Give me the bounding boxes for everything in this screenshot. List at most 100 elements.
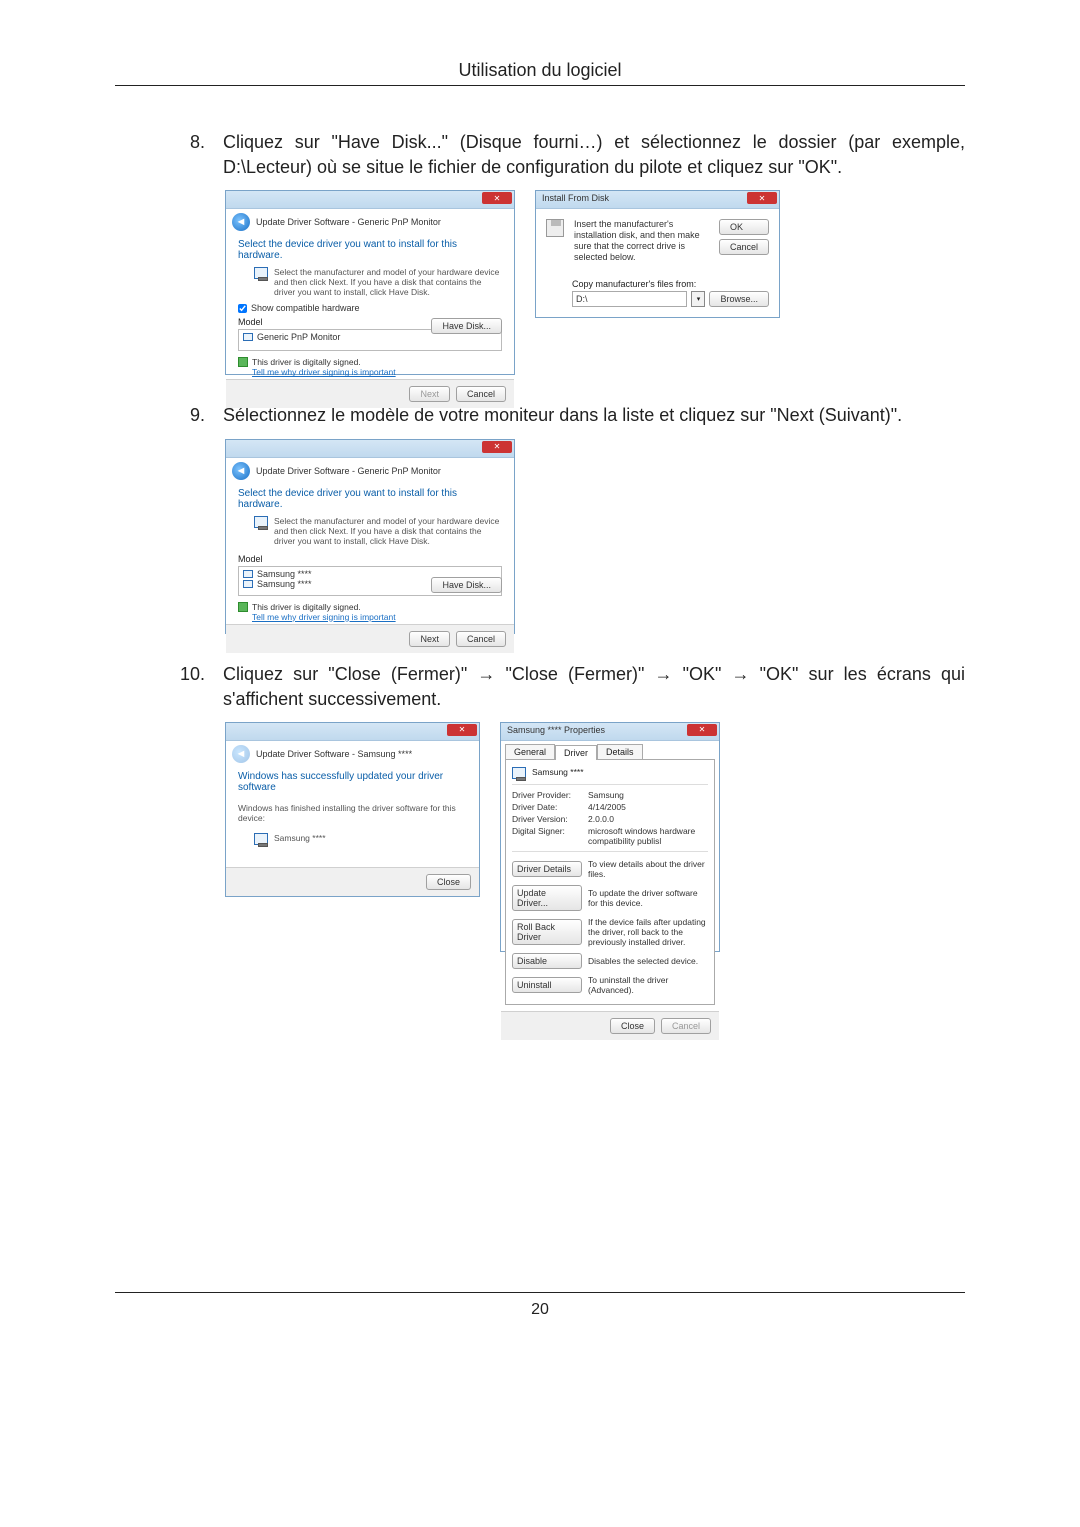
model-list-label: Model: [226, 550, 514, 564]
step-text: Cliquez sur "Close (Fermer)" → "Close (F…: [223, 662, 965, 712]
signed-text: This driver is digitally signed.: [252, 357, 396, 367]
cancel-button[interactable]: Cancel: [456, 631, 506, 647]
window-titlebar: Samsung **** Properties ✕: [501, 723, 719, 741]
copy-from-label: Copy manufacturer's files from:: [536, 273, 779, 289]
date-label: Driver Date:: [512, 802, 582, 812]
wizard-button-row: Close: [226, 867, 479, 896]
step-number: 10.: [180, 662, 205, 712]
close-button[interactable]: Close: [426, 874, 471, 890]
disable-desc: Disables the selected device.: [588, 956, 708, 966]
tab-details[interactable]: Details: [597, 744, 643, 759]
page-title: Utilisation du logiciel: [115, 60, 965, 86]
ok-button[interactable]: OK: [719, 219, 769, 235]
dialog-hint: Select the manufacturer and model of you…: [226, 516, 514, 550]
breadcrumb-text: Update Driver Software - Generic PnP Mon…: [256, 466, 441, 476]
cancel-button[interactable]: Cancel: [456, 386, 506, 402]
device-row: Samsung ****: [226, 827, 479, 849]
page-number: 20: [115, 1301, 965, 1319]
monitor-icon: [254, 516, 268, 528]
shield-icon: [238, 602, 248, 612]
window-title: Samsung **** Properties: [507, 725, 605, 735]
update-driver-button[interactable]: Update Driver...: [512, 885, 582, 911]
monitor-icon: [512, 767, 526, 779]
date-value: 4/14/2005: [588, 802, 708, 812]
device-properties-dialog: Samsung **** Properties ✕ General Driver…: [500, 722, 720, 952]
version-label: Driver Version:: [512, 814, 582, 824]
dialog-button-row: Close Cancel: [501, 1011, 719, 1040]
step-number: 8.: [180, 130, 205, 180]
provider-value: Samsung: [588, 790, 708, 800]
disable-button[interactable]: Disable: [512, 953, 582, 969]
shield-icon: [238, 357, 248, 367]
signed-notice: This driver is digitally signed. Tell me…: [226, 355, 514, 379]
cancel-button: Cancel: [661, 1018, 711, 1034]
signing-link[interactable]: Tell me why driver signing is important: [252, 367, 396, 377]
breadcrumb: ◄ Update Driver Software - Samsung ****: [226, 741, 479, 767]
monitor-icon: [254, 833, 268, 845]
step-10: 10. Cliquez sur "Close (Fermer)" → "Clos…: [180, 662, 965, 712]
compatible-hw-checkbox[interactable]: Show compatible hardware: [226, 301, 514, 313]
back-icon: ◄: [232, 745, 250, 763]
step-text: Cliquez sur "Have Disk..." (Disque fourn…: [223, 130, 965, 180]
close-icon[interactable]: ✕: [447, 724, 477, 736]
list-item-label: Generic PnP Monitor: [257, 332, 340, 342]
back-icon[interactable]: ◄: [232, 462, 250, 480]
breadcrumb: ◄ Update Driver Software - Generic PnP M…: [226, 458, 514, 484]
close-icon[interactable]: ✕: [482, 192, 512, 204]
device-name: Samsung ****: [532, 767, 584, 779]
tab-driver[interactable]: Driver: [555, 745, 597, 760]
list-item-label: Samsung ****: [257, 579, 312, 589]
path-input[interactable]: D:\: [572, 291, 687, 307]
close-button[interactable]: Close: [610, 1018, 655, 1034]
device-name: Samsung ****: [274, 833, 326, 845]
checkbox-label: Show compatible hardware: [251, 303, 360, 313]
checkbox-input[interactable]: [238, 304, 247, 313]
breadcrumb-text: Update Driver Software - Generic PnP Mon…: [256, 217, 441, 227]
dialog-headline: Select the device driver you want to ins…: [226, 235, 514, 267]
signed-text: This driver is digitally signed.: [252, 602, 396, 612]
wizard-button-row: Next Cancel: [226, 624, 514, 653]
tab-strip: General Driver Details: [501, 741, 719, 759]
driver-details-button[interactable]: Driver Details: [512, 861, 582, 877]
dialog-subtext: Windows has finished installing the driv…: [226, 799, 479, 827]
document-page: Utilisation du logiciel 8. Cliquez sur "…: [0, 0, 1080, 1527]
cancel-button[interactable]: Cancel: [719, 239, 769, 255]
window-title: Install From Disk: [542, 193, 609, 203]
have-disk-button[interactable]: Have Disk...: [431, 577, 502, 593]
back-icon[interactable]: ◄: [232, 213, 250, 231]
window-titlebar: Install From Disk ✕: [536, 191, 779, 209]
step-8: 8. Cliquez sur "Have Disk..." (Disque fo…: [180, 130, 965, 180]
browse-button[interactable]: Browse...: [709, 291, 769, 307]
dialog-hint: Select the manufacturer and model of you…: [226, 267, 514, 301]
signer-label: Digital Signer:: [512, 826, 582, 846]
close-icon[interactable]: ✕: [482, 441, 512, 453]
driver-details-desc: To view details about the driver files.: [588, 859, 708, 879]
signing-link[interactable]: Tell me why driver signing is important: [252, 612, 396, 622]
rollback-driver-button[interactable]: Roll Back Driver: [512, 919, 582, 945]
wizard-button-row: Next Cancel: [226, 379, 514, 408]
step-number: 9.: [180, 403, 205, 428]
close-icon[interactable]: ✕: [747, 192, 777, 204]
device-header: Samsung ****: [512, 766, 708, 780]
window-titlebar: ✕: [226, 191, 514, 209]
uninstall-button[interactable]: Uninstall: [512, 977, 582, 993]
version-value: 2.0.0.0: [588, 814, 708, 824]
hint-text: Select the manufacturer and model of you…: [274, 516, 502, 546]
update-driver-desc: To update the driver software for this d…: [588, 888, 708, 908]
floppy-icon: [546, 219, 564, 237]
select-model-dialog: ✕ ◄ Update Driver Software - Generic PnP…: [225, 439, 515, 634]
close-icon[interactable]: ✕: [687, 724, 717, 736]
update-driver-dialog: ✕ ◄ Update Driver Software - Generic PnP…: [225, 190, 515, 375]
dialog-headline: Select the device driver you want to ins…: [226, 484, 514, 516]
monitor-icon: [254, 267, 268, 279]
tab-general[interactable]: General: [505, 744, 555, 759]
dropdown-icon[interactable]: ▾: [691, 291, 705, 307]
dialog-headline: Windows has successfully updated your dr…: [226, 767, 479, 799]
window-titlebar: ✕: [226, 440, 514, 458]
have-disk-button[interactable]: Have Disk...: [431, 318, 502, 334]
footer-divider: [115, 1292, 965, 1293]
list-item-label: Samsung ****: [257, 569, 312, 579]
next-button[interactable]: Next: [409, 631, 450, 647]
next-button[interactable]: Next: [409, 386, 450, 402]
window-titlebar: ✕: [226, 723, 479, 741]
